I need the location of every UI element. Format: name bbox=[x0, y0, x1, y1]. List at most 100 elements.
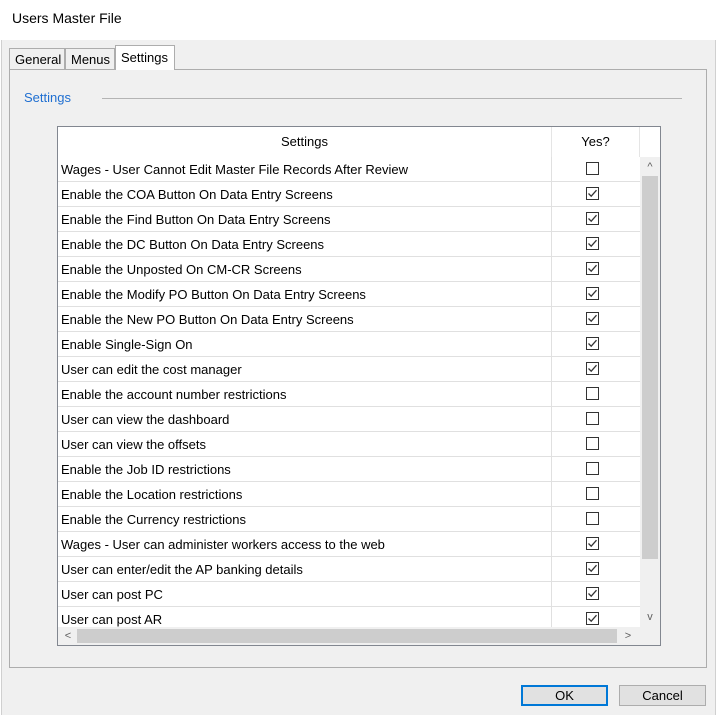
table-row[interactable]: Enable the Find Button On Data Entry Scr… bbox=[58, 207, 640, 232]
setting-label: Wages - User Cannot Edit Master File Rec… bbox=[61, 162, 409, 177]
table-row[interactable]: User can post PC bbox=[58, 582, 640, 607]
yes-checkbox[interactable] bbox=[586, 512, 599, 525]
cell-divider bbox=[551, 532, 552, 557]
table-row[interactable]: Enable the Unposted On CM-CR Screens bbox=[58, 257, 640, 282]
setting-label: Enable the Unposted On CM-CR Screens bbox=[61, 262, 302, 277]
table-row[interactable]: Enable the account number restrictions bbox=[58, 382, 640, 407]
horizontal-scroll-thumb[interactable] bbox=[77, 629, 617, 643]
setting-label: Enable the DC Button On Data Entry Scree… bbox=[61, 237, 325, 252]
setting-label: Enable the Job ID restrictions bbox=[61, 462, 231, 477]
cell-divider bbox=[551, 482, 552, 507]
checkmark-icon bbox=[588, 589, 597, 598]
table-row[interactable]: User can edit the cost manager bbox=[58, 357, 640, 382]
yes-checkbox[interactable] bbox=[586, 412, 599, 425]
scroll-left-arrow-icon[interactable]: < bbox=[58, 627, 78, 645]
yes-checkbox[interactable] bbox=[586, 162, 599, 175]
cell-divider bbox=[551, 332, 552, 357]
cell-divider bbox=[551, 282, 552, 307]
grid-header: Settings Yes? bbox=[58, 127, 660, 157]
yes-checkbox-checked[interactable] bbox=[586, 187, 599, 200]
settings-tab-panel: Settings Settings Yes? Wages - User Cann… bbox=[9, 69, 707, 668]
yes-checkbox-checked[interactable] bbox=[586, 287, 599, 300]
group-label: Settings bbox=[24, 90, 75, 105]
checkmark-icon bbox=[588, 314, 597, 323]
table-row[interactable]: User can view the dashboard bbox=[58, 407, 640, 432]
yes-checkbox-checked[interactable] bbox=[586, 362, 599, 375]
yes-checkbox-checked[interactable] bbox=[586, 562, 599, 575]
scroll-up-arrow-icon[interactable]: ^ bbox=[640, 158, 660, 176]
cell-divider bbox=[551, 257, 552, 282]
setting-label: Enable the Modify PO Button On Data Entr… bbox=[61, 287, 366, 302]
table-row[interactable]: User can view the offsets bbox=[58, 432, 640, 457]
setting-label: User can enter/edit the AP banking detai… bbox=[61, 562, 303, 577]
users-master-file-window: Users Master File General Menus Settings… bbox=[0, 0, 717, 716]
setting-label: Enable the COA Button On Data Entry Scre… bbox=[61, 187, 333, 202]
yes-checkbox-checked[interactable] bbox=[586, 312, 599, 325]
table-row[interactable]: Enable the DC Button On Data Entry Scree… bbox=[58, 232, 640, 257]
scrollbar-corner bbox=[640, 627, 660, 645]
vertical-scroll-thumb[interactable] bbox=[642, 176, 658, 559]
tab-settings[interactable]: Settings bbox=[115, 45, 175, 70]
yes-checkbox[interactable] bbox=[586, 387, 599, 400]
table-row[interactable]: Wages - User Cannot Edit Master File Rec… bbox=[58, 157, 640, 182]
cell-divider bbox=[551, 357, 552, 382]
settings-grid: Settings Yes? Wages - User Cannot Edit M… bbox=[57, 126, 661, 646]
group-divider bbox=[102, 98, 682, 99]
setting-label: Enable the Location restrictions bbox=[61, 487, 243, 502]
table-row[interactable]: Enable the Job ID restrictions bbox=[58, 457, 640, 482]
yes-checkbox[interactable] bbox=[586, 437, 599, 450]
yes-checkbox-checked[interactable] bbox=[586, 237, 599, 250]
checkmark-icon bbox=[588, 364, 597, 373]
yes-checkbox-checked[interactable] bbox=[586, 262, 599, 275]
yes-checkbox-checked[interactable] bbox=[586, 587, 599, 600]
ok-button[interactable]: OK bbox=[521, 685, 608, 706]
yes-checkbox-checked[interactable] bbox=[586, 212, 599, 225]
column-header-settings[interactable]: Settings bbox=[58, 127, 552, 157]
cell-divider bbox=[551, 382, 552, 407]
setting-label: User can post PC bbox=[61, 587, 163, 602]
cell-divider bbox=[551, 432, 552, 457]
tab-general[interactable]: General bbox=[9, 48, 65, 69]
grid-rows: Wages - User Cannot Edit Master File Rec… bbox=[58, 157, 640, 627]
table-row[interactable]: User can post AR bbox=[58, 607, 640, 627]
table-row[interactable]: Enable the Location restrictions bbox=[58, 482, 640, 507]
vertical-scrollbar[interactable]: ^ v bbox=[640, 157, 660, 627]
checkmark-icon bbox=[588, 289, 597, 298]
table-row[interactable]: Wages - User can administer workers acce… bbox=[58, 532, 640, 557]
table-row[interactable]: Enable the Currency restrictions bbox=[58, 507, 640, 532]
cancel-button[interactable]: Cancel bbox=[619, 685, 706, 706]
tab-menus[interactable]: Menus bbox=[65, 48, 115, 69]
table-row[interactable]: Enable the COA Button On Data Entry Scre… bbox=[58, 182, 640, 207]
setting-label: Enable the Currency restrictions bbox=[61, 512, 246, 527]
yes-checkbox[interactable] bbox=[586, 487, 599, 500]
cell-divider bbox=[551, 607, 552, 627]
yes-checkbox-checked[interactable] bbox=[586, 537, 599, 550]
scroll-right-arrow-icon[interactable]: > bbox=[618, 627, 638, 645]
setting-label: Enable the account number restrictions bbox=[61, 387, 287, 402]
setting-label: Enable Single-Sign On bbox=[61, 337, 193, 352]
yes-checkbox[interactable] bbox=[586, 462, 599, 475]
cell-divider bbox=[551, 457, 552, 482]
checkmark-icon bbox=[588, 339, 597, 348]
cell-divider bbox=[551, 182, 552, 207]
table-row[interactable]: Enable Single-Sign On bbox=[58, 332, 640, 357]
column-header-yes[interactable]: Yes? bbox=[552, 127, 640, 157]
setting-label: User can view the dashboard bbox=[61, 412, 230, 427]
table-row[interactable]: Enable the Modify PO Button On Data Entr… bbox=[58, 282, 640, 307]
yes-checkbox-checked[interactable] bbox=[586, 337, 599, 350]
yes-checkbox-checked[interactable] bbox=[586, 612, 599, 625]
checkmark-icon bbox=[588, 239, 597, 248]
checkmark-icon bbox=[588, 264, 597, 273]
setting-label: User can edit the cost manager bbox=[61, 362, 242, 377]
table-row[interactable]: Enable the New PO Button On Data Entry S… bbox=[58, 307, 640, 332]
cell-divider bbox=[551, 157, 552, 182]
horizontal-scrollbar[interactable]: < > bbox=[58, 627, 640, 645]
scroll-down-arrow-icon[interactable]: v bbox=[640, 608, 660, 626]
checkmark-icon bbox=[588, 189, 597, 198]
table-row[interactable]: User can enter/edit the AP banking detai… bbox=[58, 557, 640, 582]
setting-label: Wages - User can administer workers acce… bbox=[61, 537, 385, 552]
checkmark-icon bbox=[588, 214, 597, 223]
cell-divider bbox=[551, 207, 552, 232]
cell-divider bbox=[551, 557, 552, 582]
checkmark-icon bbox=[588, 614, 597, 623]
